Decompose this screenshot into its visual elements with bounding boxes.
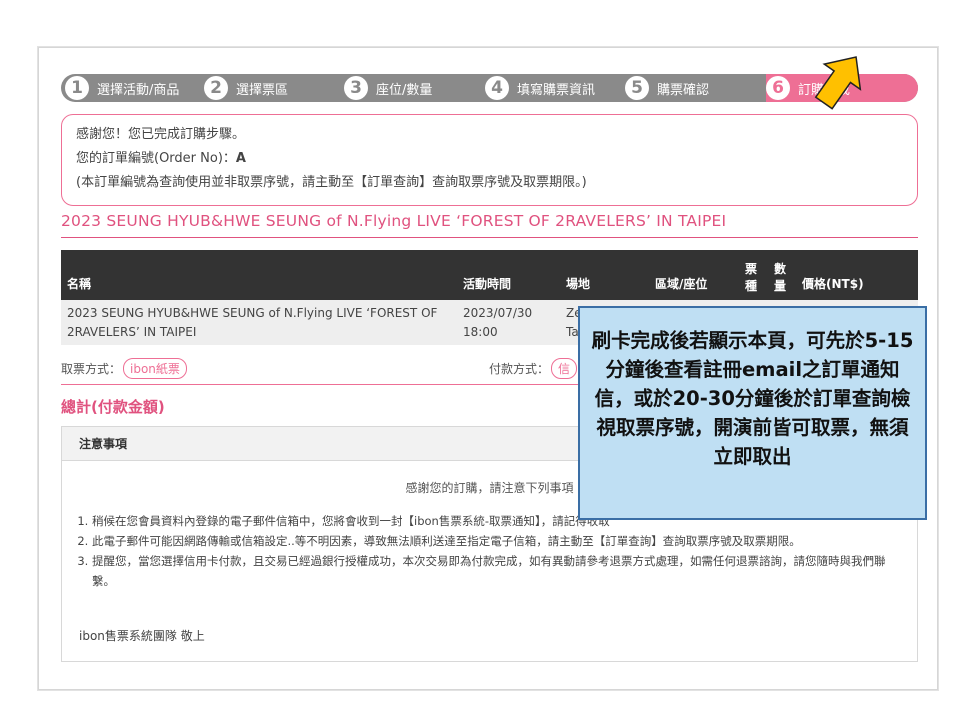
row-event-name: 2023 SEUNG HYUB&HWE SEUNG of N.Flying LI… [67,306,438,339]
notice-item: 提醒您，當您選擇信用卡付款，且交易已經過銀行授權成功，本次交易即為付款完成，如有… [92,551,897,591]
step-number: 5 [625,76,649,100]
payment-label: 付款方式： [489,362,550,376]
order-number-value: A [235,151,246,166]
table-header: 名稱 活動時間 場地 區域/座位 票種 數量 價格(NT$) [61,250,918,300]
pickup-method: 取票方式： ibon紙票 [61,358,187,379]
step-label: 選擇活動/商品 [97,82,180,98]
order-number-line: 您的訂單編號(Order No)：A [76,147,903,171]
step-number: 2 [204,76,228,100]
order-number-label: 您的訂單編號(Order No)： [76,151,236,166]
row-venue-2: Ta [566,325,579,339]
step-number: 3 [344,76,368,100]
step-number: 4 [485,76,509,100]
step-label: 填寫購票資訊 [517,82,596,98]
step-1: 1 選擇活動/商品 [65,74,179,102]
col-venue: 場地 [566,277,591,291]
step-2: 2 選擇票區 [204,74,288,102]
pickup-label: 取票方式： [61,362,122,376]
annotation-arrow-icon [814,56,862,110]
total-amount-label: 總計(付款金額) [61,398,165,416]
col-qty: 數量 [774,262,787,293]
col-type: 票種 [745,262,758,293]
step-label: 購票確認 [657,82,710,98]
step-label: 座位/數量 [376,82,433,98]
payment-method: 付款方式： 信 [489,358,578,379]
payment-badge: 信 [551,358,578,379]
col-area: 區域/座位 [655,277,708,291]
notice-item: 此電子郵件可能因網路傳輸或信箱設定..等不明因素，導致無法順利送達至指定電子信箱… [92,531,897,551]
event-title: 2023 SEUNG HYUB&HWE SEUNG of N.Flying LI… [61,212,918,238]
notice-list: 稍候在您會員資料內登錄的電子郵件信箱中，您將會收到一封【ibon售票系統-取票通… [92,511,897,591]
progress-steps: 1 選擇活動/商品 2 選擇票區 3 座位/數量 4 填寫購票資訊 5 購票確認… [61,74,918,102]
row-time: 18:00 [463,325,498,339]
step-4: 4 填寫購票資訊 [485,74,595,102]
step-number: 1 [65,76,89,100]
pickup-badge: ibon紙票 [123,358,187,379]
thanks-message: 感謝您！您已完成訂購步驟。 [76,127,246,142]
order-number-note: (本訂單編號為查詢使用並非取票序號，請主動至【訂單查詢】查詢取票序號及取票期限。… [76,175,587,190]
annotation-callout: 刷卡完成後若顯示本頁，可先於5-15分鐘後查看註冊email之訂單通知信，或於2… [578,306,927,520]
step-3: 3 座位/數量 [344,74,432,102]
row-date: 2023/07/30 [463,306,533,320]
col-price: 價格(NT$) [802,277,864,291]
step-number: 6 [766,76,790,100]
step-label: 選擇票區 [236,82,289,98]
col-time: 活動時間 [463,277,512,291]
step-5: 5 購票確認 [625,74,709,102]
notice-signature: ibon售票系統團隊 敬上 [79,629,205,643]
col-name: 名稱 [67,277,92,291]
thanks-box: 感謝您！您已完成訂購步驟。 您的訂單編號(Order No)：A (本訂單編號為… [61,114,918,206]
